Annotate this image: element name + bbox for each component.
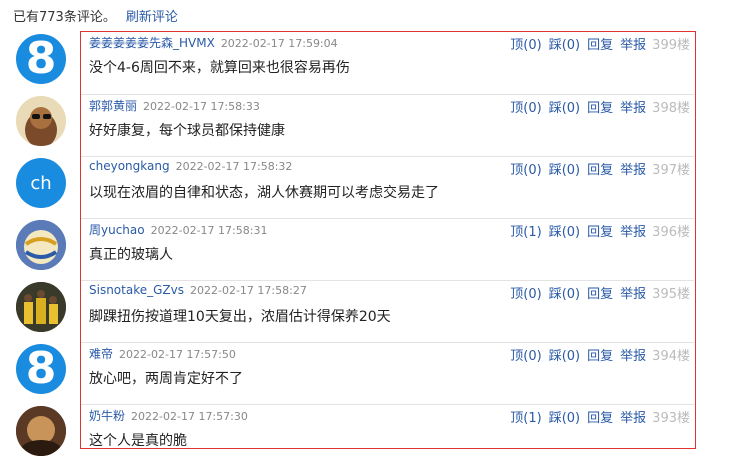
comment-text: 以现在浓眉的自律和状态，湖人休赛期可以考虑交易走了: [89, 185, 439, 201]
comment-actions: 顶(0) 踩(0) 回复 举报 399楼: [503, 34, 690, 53]
comment-text: 真正的玻璃人: [89, 247, 173, 263]
comment-body: 周yuchao 2022-02-17 17:58:31 顶(1) 踩(0) 回复 举报 3…: [80, 218, 694, 281]
comment-item: Sisnotake_GZvs 2022-02-17 17:58:27 顶(0) 踩(…: [0, 280, 736, 342]
report-button[interactable]: 举报: [620, 411, 646, 426]
username-link[interactable]: Sisnotake_GZvs: [89, 283, 184, 297]
report-button[interactable]: 举报: [620, 287, 646, 302]
comment-list: 8 姜姜姜姜姜先森_HVMX 2022-02-17 17:59:04 顶(0) 踩(…: [0, 32, 736, 466]
comment-body: Sisnotake_GZvs 2022-02-17 17:58:27 顶(0) 踩(…: [80, 280, 694, 343]
report-button[interactable]: 举报: [620, 38, 646, 53]
comment-actions: 顶(0) 踩(0) 回复 举报 394楼: [503, 345, 690, 364]
comment-text: 脚踝扭伤按道理10天复出，浓眉估计得保养20天: [89, 309, 391, 325]
comment-timestamp: 2022-02-17 17:58:27: [190, 284, 307, 297]
number-eight-icon[interactable]: 8: [16, 344, 66, 394]
floor-number: 398楼: [652, 101, 690, 116]
username-link[interactable]: cheyongkang: [89, 159, 170, 173]
comment-item: 周yuchao 2022-02-17 17:58:31 顶(1) 踩(0) 回复 举报 3…: [0, 218, 736, 280]
comment-meta: 周yuchao 2022-02-17 17:58:31: [89, 221, 267, 238]
comment-timestamp: 2022-02-17 17:58:31: [150, 224, 268, 237]
comment-count: 已有773条评论。: [13, 10, 116, 25]
comment-body: 郭郭黄丽 2022-02-17 17:58:33 顶(0) 踩(0) 回复 举报 398楼…: [80, 94, 694, 157]
comment-summary-bar: 已有773条评论。 刷新评论: [13, 6, 178, 25]
team-photo-avatar-icon[interactable]: [16, 282, 66, 332]
username-link[interactable]: 郭郭黄丽: [89, 99, 137, 113]
comment-body: 姜姜姜姜姜先森_HVMX 2022-02-17 17:59:04 顶(0) 踩(0)…: [80, 32, 694, 94]
reply-button[interactable]: 回复: [587, 101, 613, 116]
avatar-text: 8: [25, 344, 57, 394]
username-link[interactable]: 奶牛粉: [89, 409, 125, 423]
reply-button[interactable]: 回复: [587, 287, 613, 302]
reply-button[interactable]: 回复: [587, 225, 613, 240]
avatar-text: 8: [25, 34, 57, 84]
upvote-button[interactable]: 顶(0): [510, 163, 541, 178]
floor-number: 397楼: [652, 163, 690, 178]
username-link[interactable]: 难帝: [89, 347, 113, 361]
downvote-button[interactable]: 踩(0): [549, 101, 580, 116]
refresh-comments-link[interactable]: 刷新评论: [126, 10, 178, 25]
report-button[interactable]: 举报: [620, 349, 646, 364]
comment-timestamp: 2022-02-17 17:58:33: [143, 100, 260, 113]
downvote-button[interactable]: 踩(0): [549, 287, 580, 302]
comment-meta: 郭郭黄丽 2022-02-17 17:58:33: [89, 97, 260, 114]
number-eight-icon[interactable]: 8: [16, 34, 66, 84]
comment-actions: 顶(0) 踩(0) 回复 举报 398楼: [503, 97, 690, 116]
comment-item: 8 难帝 2022-02-17 17:57:50 顶(0) 踩(0) 回复 举报 394楼…: [0, 342, 736, 404]
comment-text: 这个人是真的脆: [89, 433, 187, 449]
comment-item: 郭郭黄丽 2022-02-17 17:58:33 顶(0) 踩(0) 回复 举报 398楼…: [0, 94, 736, 156]
comment-actions: 顶(0) 踩(0) 回复 举报 397楼: [503, 159, 690, 178]
reply-button[interactable]: 回复: [587, 38, 613, 53]
comment-timestamp: 2022-02-17 17:59:04: [220, 37, 338, 50]
comment-meta: 奶牛粉 2022-02-17 17:57:30: [89, 407, 248, 424]
avatar-text: ch: [30, 172, 52, 194]
upvote-button[interactable]: 顶(0): [510, 287, 541, 302]
upvote-button[interactable]: 顶(0): [510, 101, 541, 116]
floor-number: 399楼: [652, 38, 690, 53]
volleyball-avatar-icon[interactable]: [16, 220, 66, 270]
comment-item: 8 姜姜姜姜姜先森_HVMX 2022-02-17 17:59:04 顶(0) 踩(…: [0, 32, 736, 94]
username-link[interactable]: 姜姜姜姜姜先森_HVMX: [89, 36, 215, 50]
cartoon-avatar-icon[interactable]: [16, 96, 66, 146]
username-link[interactable]: 周yuchao: [89, 223, 145, 237]
upvote-button[interactable]: 顶(0): [510, 349, 541, 364]
comment-timestamp: 2022-02-17 17:57:30: [131, 410, 248, 423]
floor-number: 395楼: [652, 287, 690, 302]
comment-actions: 顶(1) 踩(0) 回复 举报 393楼: [503, 407, 690, 426]
floor-number: 393楼: [652, 411, 690, 426]
reply-button[interactable]: 回复: [587, 411, 613, 426]
downvote-button[interactable]: 踩(0): [549, 38, 580, 53]
downvote-button[interactable]: 踩(0): [549, 411, 580, 426]
comment-body: cheyongkang 2022-02-17 17:58:32 顶(0) 踩(0) 回…: [80, 156, 694, 219]
portrait-avatar-icon[interactable]: [16, 406, 66, 456]
upvote-button[interactable]: 顶(0): [510, 38, 541, 53]
comment-body: 难帝 2022-02-17 17:57:50 顶(0) 踩(0) 回复 举报 394楼 放…: [80, 342, 694, 405]
floor-number: 394楼: [652, 349, 690, 364]
comment-meta: 姜姜姜姜姜先森_HVMX 2022-02-17 17:59:04: [89, 34, 338, 51]
initials-icon[interactable]: ch: [16, 158, 66, 208]
report-button[interactable]: 举报: [620, 225, 646, 240]
comment-text: 没个4-6周回不来，就算回来也很容易再伤: [89, 60, 350, 76]
comment-timestamp: 2022-02-17 17:57:50: [119, 348, 236, 361]
downvote-button[interactable]: 踩(0): [549, 349, 580, 364]
comment-actions: 顶(1) 踩(0) 回复 举报 396楼: [503, 221, 690, 240]
upvote-button[interactable]: 顶(1): [510, 225, 541, 240]
comment-text: 放心吧，两周肯定好不了: [89, 371, 243, 387]
comment-meta: 难帝 2022-02-17 17:57:50: [89, 345, 236, 362]
downvote-button[interactable]: 踩(0): [549, 225, 580, 240]
report-button[interactable]: 举报: [620, 101, 646, 116]
report-button[interactable]: 举报: [620, 163, 646, 178]
floor-number: 396楼: [652, 225, 690, 240]
comment-timestamp: 2022-02-17 17:58:32: [175, 160, 293, 173]
comment-text: 好好康复，每个球员都保持健康: [89, 123, 285, 139]
comment-body: 奶牛粉 2022-02-17 17:57:30 顶(1) 踩(0) 回复 举报 393楼 …: [80, 404, 694, 467]
upvote-button[interactable]: 顶(1): [510, 411, 541, 426]
comment-actions: 顶(0) 踩(0) 回复 举报 395楼: [503, 283, 690, 302]
comment-item: 奶牛粉 2022-02-17 17:57:30 顶(1) 踩(0) 回复 举报 393楼 …: [0, 404, 736, 466]
comment-meta: Sisnotake_GZvs 2022-02-17 17:58:27: [89, 283, 307, 297]
downvote-button[interactable]: 踩(0): [549, 163, 580, 178]
comment-meta: cheyongkang 2022-02-17 17:58:32: [89, 159, 292, 173]
comment-item: ch cheyongkang 2022-02-17 17:58:32 顶(0) 踩(…: [0, 156, 736, 218]
reply-button[interactable]: 回复: [587, 349, 613, 364]
reply-button[interactable]: 回复: [587, 163, 613, 178]
